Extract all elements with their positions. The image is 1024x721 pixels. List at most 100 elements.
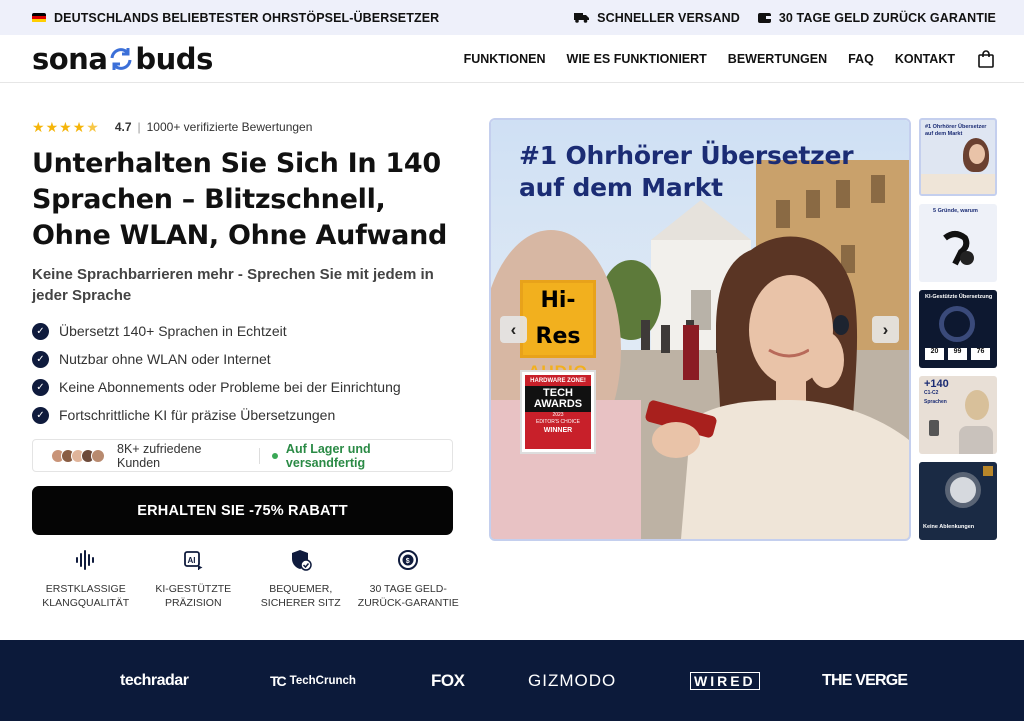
usp-item: AI KI-GESTÜTZTE PRÄZISION [140,546,248,610]
stat-2: 99 [948,348,967,360]
earbud-icon [943,231,974,266]
check-icon: ✓ [32,322,49,340]
carousel-prev-button[interactable]: ‹ [500,316,527,343]
wired-logo: WIRED [690,671,760,690]
feature-text: Fortschrittliche KI für präzise Übersetz… [59,407,336,423]
thumbnail-strip: #1 Ohrhörer Übersetzer auf dem Markt 5 Gr… [919,118,997,548]
thumbnail-4-line1: +140 [924,378,949,390]
thumbnail-4-caption: +140 C1-C2 Sprachen [924,378,949,407]
nav-faq[interactable]: FAQ [848,52,874,66]
badge-awards: AWARDS [533,398,583,410]
product-subtitle: Keine Sprachbarrieren mehr - Sprechen Si… [32,266,434,304]
chevron-left-icon: ‹ [510,319,517,339]
customer-avatars [51,448,105,463]
usp-item: $ 30 TAGE GELD- ZURÜCK-GARANTIE [355,546,463,610]
thumbnail-1[interactable]: #1 Ohrhörer Übersetzer auf dem Markt [919,118,997,196]
logo-arrows-icon [108,46,134,72]
thumbnail-3-caption: KI-Gestützte Übersetzung [925,294,993,300]
star-rating-icon: ★ ★ ★ ★ ★ [32,119,99,135]
product-hero-image[interactable]: #1 Ohrhörer Übersetzer auf dem Markt Hi-… [489,118,911,541]
shipping-text: SCHNELLER VERSAND [597,10,740,25]
rating-row[interactable]: ★ ★ ★ ★ ★ 4.7 | 1000+ verifizierte Bewertung… [32,120,312,134]
hero-headline-line2: auf dem Markt [519,173,723,202]
usp-line2: ZURÜCK-GARANTIE [357,597,459,609]
feature-text: Nutzbar ohne WLAN oder Internet [59,351,271,367]
thumbnail-2-caption: 5 Gründe, warum [933,208,978,214]
stat-1: 20 [925,348,944,360]
thumbnail-5[interactable]: Keine Ablenkungen [919,462,997,540]
check-icon: ✓ [32,378,49,396]
hero-headline: #1 Ohrhörer Übersetzer auf dem Markt [519,140,854,204]
announcement-bar: DEUTSCHLANDS BELIEBTESTER OHRSTÖPSEL-ÜBE… [0,0,1024,35]
feature-text: Keine Abonnements oder Probleme bei der … [59,379,401,395]
truck-icon [574,13,590,23]
stock-status: Auf Lager und versandfertig [285,441,371,470]
svg-text:AI: AI [188,556,196,565]
usp-line2: SICHERER SITZ [260,597,341,609]
usp-line1: BEQUEMER, [269,583,333,595]
fox-logo: FOX [431,670,465,690]
product-title: Unterhalten Sie Sich In 140 Sprachen – B… [32,148,448,251]
soundwave-icon [75,550,94,570]
customer-count: 8K+ zufriedene Kunden [117,441,202,470]
logo-text-right: buds [135,41,213,76]
usp-line2: PRÄZISION [164,597,222,609]
announcement-text: DEUTSCHLANDS BELIEBTESTER OHRSTÖPSEL-ÜBE… [54,10,440,25]
techradar-logo: techradar [120,671,189,689]
list-item: ✓ Übersetzt 140+ Sprachen in Echtzeit [32,317,401,345]
usp-line1: ERSTKLASSIGE [45,583,126,595]
hero-headline-line1: #1 Ohrhörer Übersetzer [519,141,854,170]
check-icon: ✓ [32,350,49,368]
hi-res-audio-badge: Hi-Res AUDIO [520,280,596,381]
shield-check-icon [291,550,312,571]
feature-list: ✓ Übersetzt 140+ Sprachen in Echtzeit ✓ Nu… [32,317,401,429]
the-verge-logo: THE VERGE [822,671,908,689]
techcrunch-mark-icon: TC [270,672,287,689]
review-count: 1000+ verifizierte Bewertungen [146,120,313,134]
thumbnail-3-stats: 20 99 76 [925,348,990,360]
usp-row: ERSTKLASSIGE KLANGQUALITÄT AI KI-GESTÜTZ… [32,546,462,610]
gizmodo-logo: GIZMODO [528,670,617,690]
badge-editors-choice: EDITOR'S CHOICE [536,419,580,425]
press-logos-bar: techradar TC TechCrunch FOX GIZMODO WIRED… [0,640,1024,721]
money-back-icon: $ [398,550,419,570]
list-item: ✓ Nutzbar ohne WLAN oder Internet [32,345,401,373]
site-header: sona buds FUNKTIONEN WIE ES FUNKTIONIERT… [0,35,1024,83]
usp-line1: KI-GESTÜTZTE [155,583,232,595]
discount-cta-button[interactable]: ERHALTEN SIE -75% RABATT [32,486,453,535]
nav-bewertungen[interactable]: BEWERTUNGEN [728,52,827,66]
shopping-bag-icon[interactable] [978,49,994,68]
thumbnail-1-line1: #1 Ohrhörer Übersetzer [925,124,987,130]
nav-kontakt[interactable]: KONTAKT [895,52,955,66]
feature-text: Übersetzt 140+ Sprachen in Echtzeit [59,323,287,339]
nav-funktionen[interactable]: FUNKTIONEN [464,52,546,66]
rating-separator: | [137,120,141,134]
chevron-right-icon: › [882,319,889,339]
thumbnail-1-line2: auf dem Markt [925,131,963,137]
badge-year: 2023 [552,412,564,418]
thumbnail-5-caption: Keine Ablenkungen [923,524,975,530]
wallet-icon [757,13,771,23]
stat-3: 76 [971,348,990,360]
ai-icon: AI [184,551,203,570]
tech-awards-badge: HARDWARE ZONE! TECH AWARDS 2023 EDITOR'S … [520,370,596,454]
badge-winner: WINNER [543,427,573,434]
thumbnail-3[interactable]: KI-Gestützte Übersetzung 20 99 76 [919,290,997,368]
badge-hires-top: Hi-Res [523,283,593,355]
badge-hardwarezone: HARDWARE ZONE! [530,378,586,384]
carousel-next-button[interactable]: › [872,316,899,343]
nav-wie-es-funktioniert[interactable]: WIE ES FUNKTIONIERT [567,52,707,66]
stock-status-icon [271,452,278,459]
thumbnail-4[interactable]: +140 C1-C2 Sprachen [919,376,997,454]
thumbnail-4-line2: C1-C2 [924,390,939,396]
svg-text:$: $ [406,558,410,565]
thumbnail-2[interactable]: 5 Gründe, warum [919,204,997,282]
badge-tech-awards: TECH AWARDS [525,386,591,412]
techcrunch-text: TechCrunch [289,674,356,687]
logo[interactable]: sona buds [32,42,213,76]
thumbnail-4-line3: Sprachen [924,399,947,405]
techcrunch-logo: TC TechCrunch [270,673,356,689]
guarantee-text: 30 TAGE GELD ZURÜCK GARANTIE [778,10,996,25]
check-icon: ✓ [32,406,49,424]
list-item: ✓ Fortschrittliche KI für präzise Überset… [32,401,401,429]
